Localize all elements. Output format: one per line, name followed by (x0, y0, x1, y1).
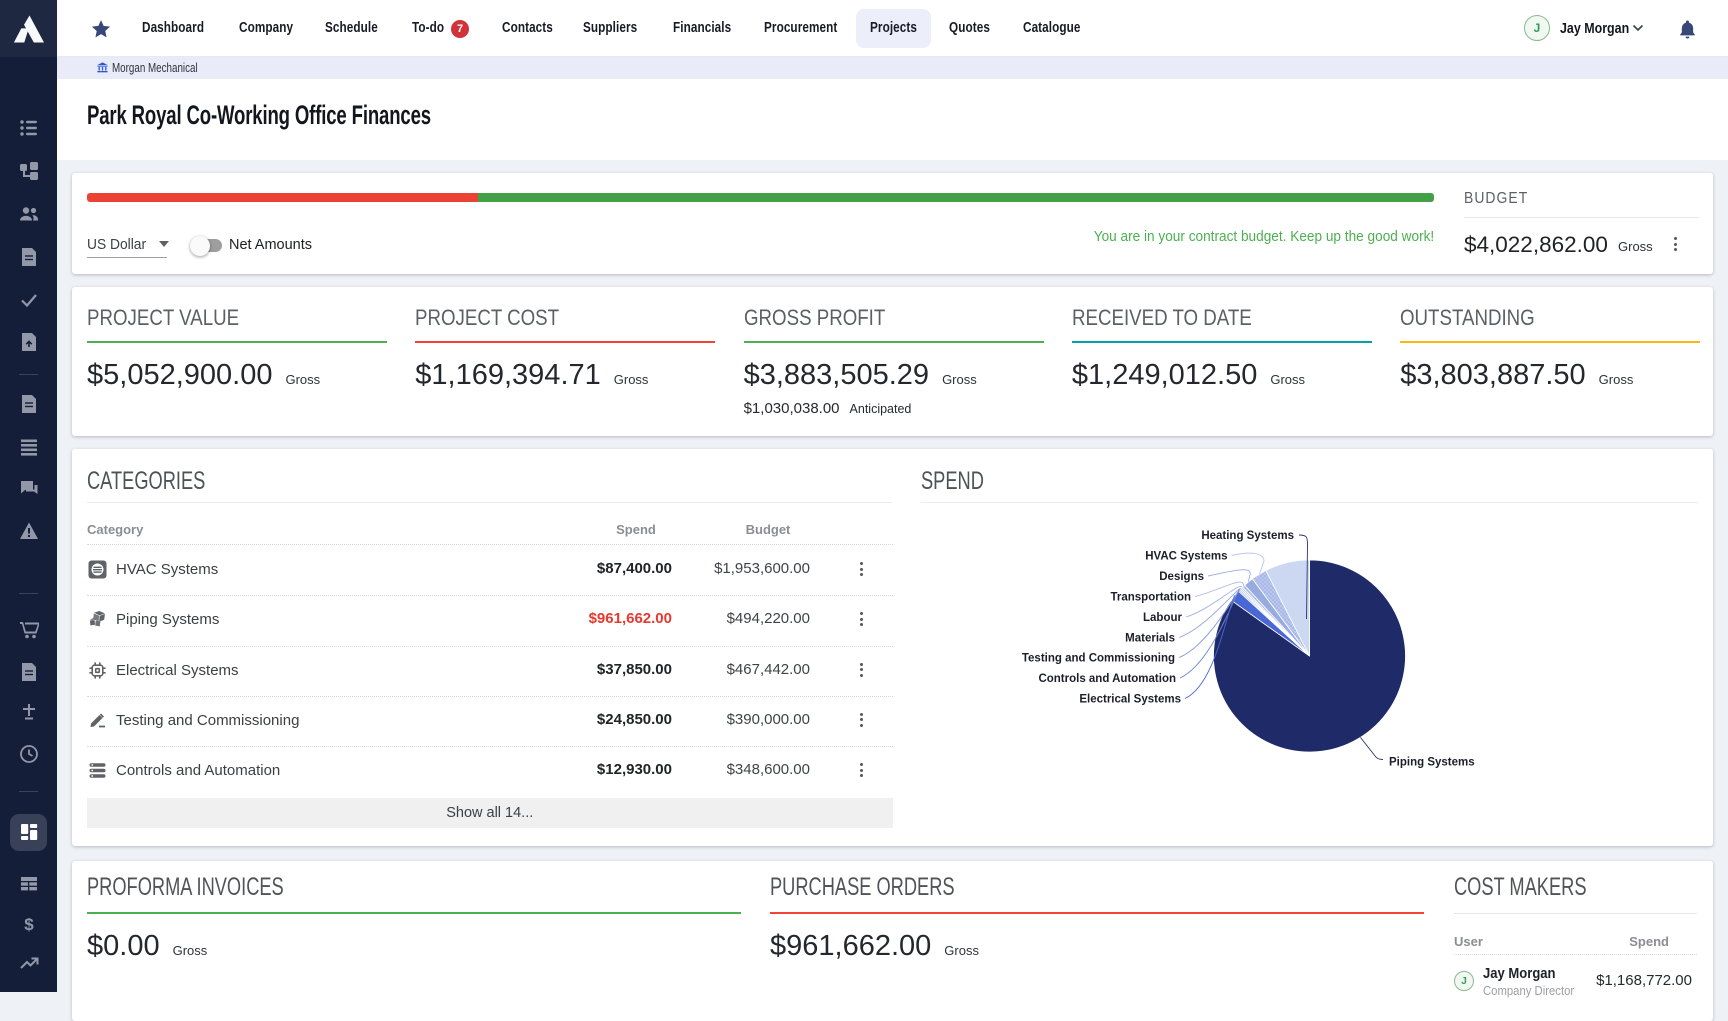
svg-text:Designs: Designs (1159, 571, 1204, 583)
svg-text:Piping Systems: Piping Systems (1389, 757, 1475, 769)
svg-text:Controls and Automation: Controls and Automation (1038, 673, 1176, 685)
svg-text:HVAC Systems: HVAC Systems (1145, 551, 1227, 563)
svg-text:Testing and Commissioning: Testing and Commissioning (1022, 653, 1175, 665)
svg-text:Heating Systems: Heating Systems (1201, 530, 1294, 542)
svg-text:$: $ (24, 915, 34, 934)
svg-text:Materials: Materials (1125, 633, 1175, 645)
svg-text:Transportation: Transportation (1110, 592, 1191, 604)
svg-text:Labour: Labour (1143, 612, 1182, 624)
svg-text:Electrical Systems: Electrical Systems (1079, 694, 1181, 706)
